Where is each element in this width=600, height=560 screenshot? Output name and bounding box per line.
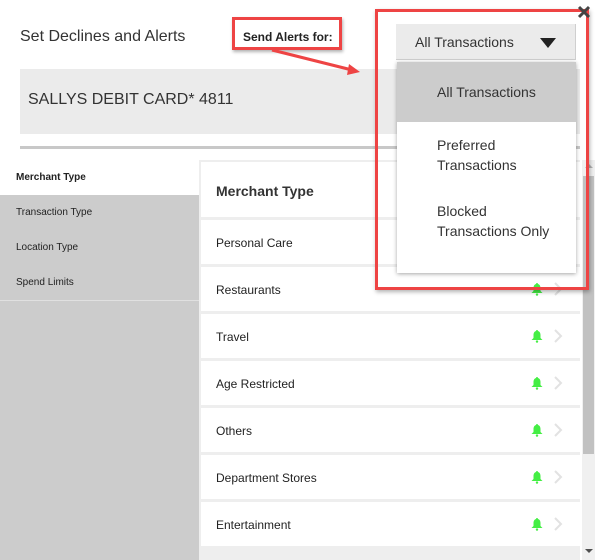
chevron-right-icon[interactable] bbox=[553, 516, 563, 532]
bell-icon[interactable] bbox=[530, 329, 544, 343]
list-item[interactable]: Travel bbox=[201, 314, 580, 358]
card-name: SALLYS DEBIT CARD* 4811 bbox=[28, 91, 234, 108]
scroll-up-arrow-icon[interactable] bbox=[585, 164, 593, 168]
chevron-right-icon[interactable] bbox=[553, 422, 563, 438]
list-item-label: Department Stores bbox=[216, 471, 317, 485]
bell-icon[interactable] bbox=[530, 517, 544, 531]
chevron-right-icon[interactable] bbox=[553, 328, 563, 344]
option-label: Preferred Transactions bbox=[437, 137, 517, 173]
scrollbar[interactable] bbox=[582, 160, 595, 560]
scroll-thumb[interactable] bbox=[583, 176, 594, 454]
list-item[interactable]: Restaurants bbox=[201, 267, 580, 311]
sidebar-item-spend-limits[interactable]: Spend Limits bbox=[0, 265, 199, 300]
list-item-label: Travel bbox=[216, 330, 249, 344]
bell-icon[interactable] bbox=[530, 423, 544, 437]
option-label: Blocked Transactions Only bbox=[437, 203, 550, 239]
dropdown-menu: All Transactions Preferred Transactions … bbox=[397, 62, 576, 273]
dropdown-selected-value: All Transactions bbox=[415, 34, 514, 50]
option-label: All Transactions bbox=[437, 84, 536, 100]
chevron-right-icon[interactable] bbox=[553, 469, 563, 485]
list-item-label: Personal Care bbox=[216, 236, 293, 250]
list-item-label: Restaurants bbox=[216, 283, 281, 297]
close-icon[interactable] bbox=[576, 4, 592, 20]
sidebar: Merchant Type Transaction Type Location … bbox=[0, 160, 199, 560]
scroll-down-arrow-icon[interactable] bbox=[585, 549, 593, 553]
dropdown-option-preferred-transactions[interactable]: Preferred Transactions bbox=[397, 135, 557, 175]
dropdown-option-all-transactions[interactable]: All Transactions bbox=[397, 62, 576, 122]
caret-down-icon bbox=[540, 38, 556, 48]
sidebar-item-location-type[interactable]: Location Type bbox=[0, 230, 199, 265]
bell-icon[interactable] bbox=[530, 470, 544, 484]
list-item-label: Age Restricted bbox=[216, 377, 295, 391]
list-item-label: Others bbox=[216, 424, 253, 438]
dropdown-option-blocked-transactions-only[interactable]: Blocked Transactions Only bbox=[397, 201, 557, 241]
list-item[interactable]: Others bbox=[201, 408, 580, 452]
sidebar-divider bbox=[0, 300, 199, 301]
bell-icon[interactable] bbox=[530, 376, 544, 390]
sidebar-item-transaction-type[interactable]: Transaction Type bbox=[0, 195, 199, 230]
list-item[interactable]: Department Stores bbox=[201, 455, 580, 499]
list-item[interactable]: Age Restricted bbox=[201, 361, 580, 405]
chevron-right-icon[interactable] bbox=[553, 281, 563, 297]
send-alerts-label: Send Alerts for: bbox=[243, 30, 333, 44]
chevron-right-icon[interactable] bbox=[553, 375, 563, 391]
list-item-label: Entertainment bbox=[216, 518, 291, 532]
bell-icon[interactable] bbox=[530, 282, 544, 296]
sidebar-item-merchant-type[interactable]: Merchant Type bbox=[0, 160, 199, 195]
send-alerts-dropdown[interactable]: All Transactions bbox=[396, 24, 576, 60]
list-header-title: Merchant Type bbox=[216, 183, 314, 199]
list-item[interactable]: Entertainment bbox=[201, 502, 580, 546]
page-title: Set Declines and Alerts bbox=[20, 28, 186, 45]
